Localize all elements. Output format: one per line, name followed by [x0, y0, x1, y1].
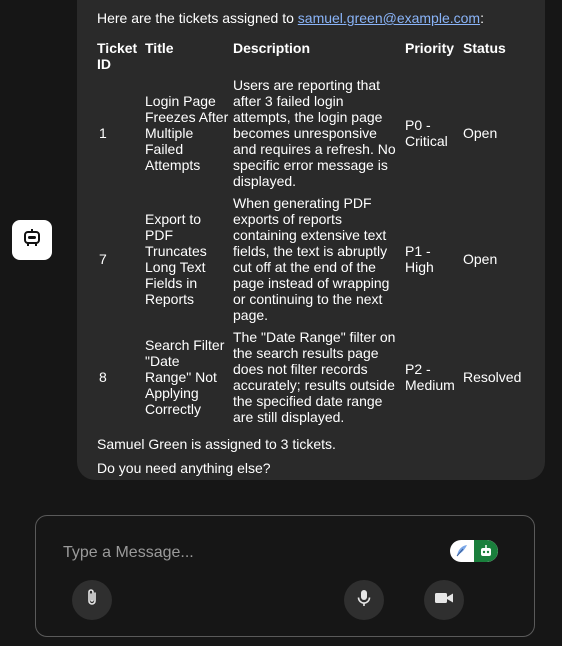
header-ticket-id: Ticket ID [97, 40, 138, 72]
intro-text: Here are the tickets assigned to [97, 10, 298, 26]
ticket-id-cell: 7 [99, 251, 107, 267]
table-header-row: Ticket ID Title Description Priority Sta… [95, 30, 531, 74]
video-button[interactable] [424, 580, 464, 620]
email-link[interactable]: samuel.green@example.com [298, 10, 480, 26]
message-intro: Here are the tickets assigned to samuel.… [97, 10, 531, 26]
ticket-priority-cell: P2 - Medium [405, 361, 455, 393]
header-status: Status [463, 40, 506, 56]
microphone-icon [354, 588, 374, 613]
microphone-button[interactable] [344, 580, 384, 620]
ticket-title-cell: Search Filter "Date Range" Not Applying … [145, 337, 225, 417]
table-row: 8 Search Filter "Date Range" Not Applyin… [95, 326, 531, 428]
tickets-table: Ticket ID Title Description Priority Sta… [95, 30, 531, 428]
bot-avatar [12, 220, 52, 260]
robot-icon [22, 228, 42, 253]
table-row: 7 Export to PDF Truncates Long Text Fiel… [95, 192, 531, 326]
ticket-title-cell: Export to PDF Truncates Long Text Fields… [145, 211, 207, 307]
message-composer [35, 515, 535, 637]
mode-toggle[interactable] [450, 540, 498, 562]
ticket-priority-cell: P0 - Critical [405, 117, 448, 149]
message-input[interactable] [61, 540, 425, 566]
intro-colon: : [480, 10, 484, 26]
ticket-description-cell: The "Date Range" filter on the search re… [233, 329, 396, 425]
attach-button[interactable] [72, 580, 112, 620]
ticket-status-cell: Open [463, 251, 498, 267]
ticket-id-cell: 1 [99, 125, 107, 141]
ticket-description-cell: When generating PDF exports of reports c… [233, 195, 390, 323]
assistant-message-bubble: Here are the tickets assigned to samuel.… [77, 0, 545, 480]
header-description: Description [233, 40, 311, 56]
followup-text: Do you need anything else? [97, 460, 271, 476]
paperclip-icon [82, 588, 102, 613]
ticket-status-cell: Resolved [463, 369, 522, 385]
header-priority: Priority [405, 40, 455, 56]
ticket-priority-cell: P1 - High [405, 243, 434, 275]
video-camera-icon [433, 588, 455, 613]
ticket-description-cell: Users are reporting that after 3 failed … [233, 77, 396, 189]
ticket-status-cell: Open [463, 125, 498, 141]
header-title: Title [145, 40, 174, 56]
ticket-id-cell: 8 [99, 369, 107, 385]
summary-text: Samuel Green is assigned to 3 tickets. [97, 436, 336, 452]
table-row: 1 Login Page Freezes After Multiple Fail… [95, 74, 531, 192]
ticket-title-cell: Login Page Freezes After Multiple Failed… [145, 93, 229, 173]
robot-icon[interactable] [474, 540, 498, 562]
feather-icon[interactable] [450, 540, 474, 562]
